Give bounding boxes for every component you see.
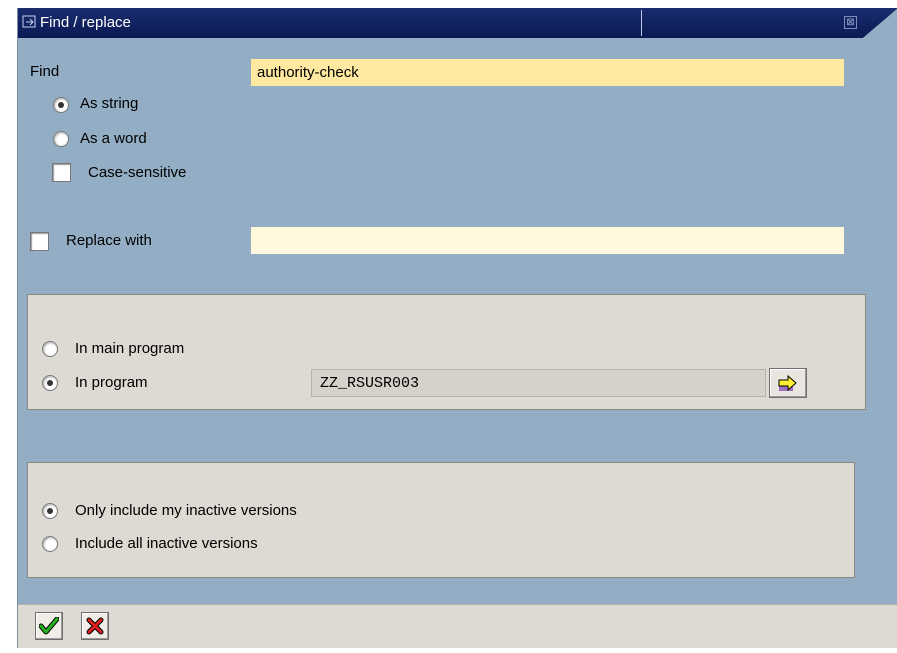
case-sensitive-checkbox[interactable] (52, 163, 71, 182)
program-name-input[interactable]: ZZ_RSUSR003 (311, 369, 766, 397)
all-inactive-label: Include all inactive versions (75, 535, 258, 552)
checkmark-icon (39, 617, 59, 635)
replace-input[interactable] (251, 227, 844, 254)
in-program-radio[interactable] (42, 375, 58, 391)
title-separator (641, 10, 642, 36)
button-bar (18, 604, 897, 648)
cancel-button[interactable] (81, 612, 109, 640)
confirm-button[interactable] (35, 612, 63, 640)
program-select-button[interactable] (769, 368, 807, 398)
close-icon[interactable]: ⊠ (844, 16, 857, 29)
only-mine-label: Only include my inactive versions (75, 502, 297, 519)
as-word-radio[interactable] (53, 131, 69, 147)
as-string-radio[interactable] (53, 97, 69, 113)
versions-panel: Only include my inactive versions Includ… (27, 462, 855, 578)
main-program-radio[interactable] (42, 341, 58, 357)
as-word-label: As a word (80, 130, 147, 147)
find-label: Find (30, 63, 60, 80)
replace-with-label: Replace with (66, 232, 152, 249)
all-inactive-radio[interactable] (42, 536, 58, 552)
case-sensitive-label: Case-sensitive (88, 164, 187, 181)
main-program-label: In main program (75, 340, 185, 357)
cancel-x-icon (86, 617, 104, 635)
window-icon (22, 15, 36, 28)
only-mine-radio[interactable] (42, 503, 58, 519)
as-string-label: As string (80, 95, 139, 112)
find-replace-dialog: Find / replace ⊠ Find authority-check As… (17, 8, 897, 648)
window-title: Find / replace (40, 14, 131, 31)
title-bar: Find / replace ⊠ (18, 8, 897, 38)
scope-panel: In main program In program ZZ_RSUSR003 (27, 294, 866, 410)
find-input[interactable]: authority-check (251, 59, 844, 86)
in-program-label: In program (75, 374, 148, 391)
replace-with-checkbox[interactable] (30, 232, 49, 251)
arrow-right-icon (778, 374, 797, 392)
